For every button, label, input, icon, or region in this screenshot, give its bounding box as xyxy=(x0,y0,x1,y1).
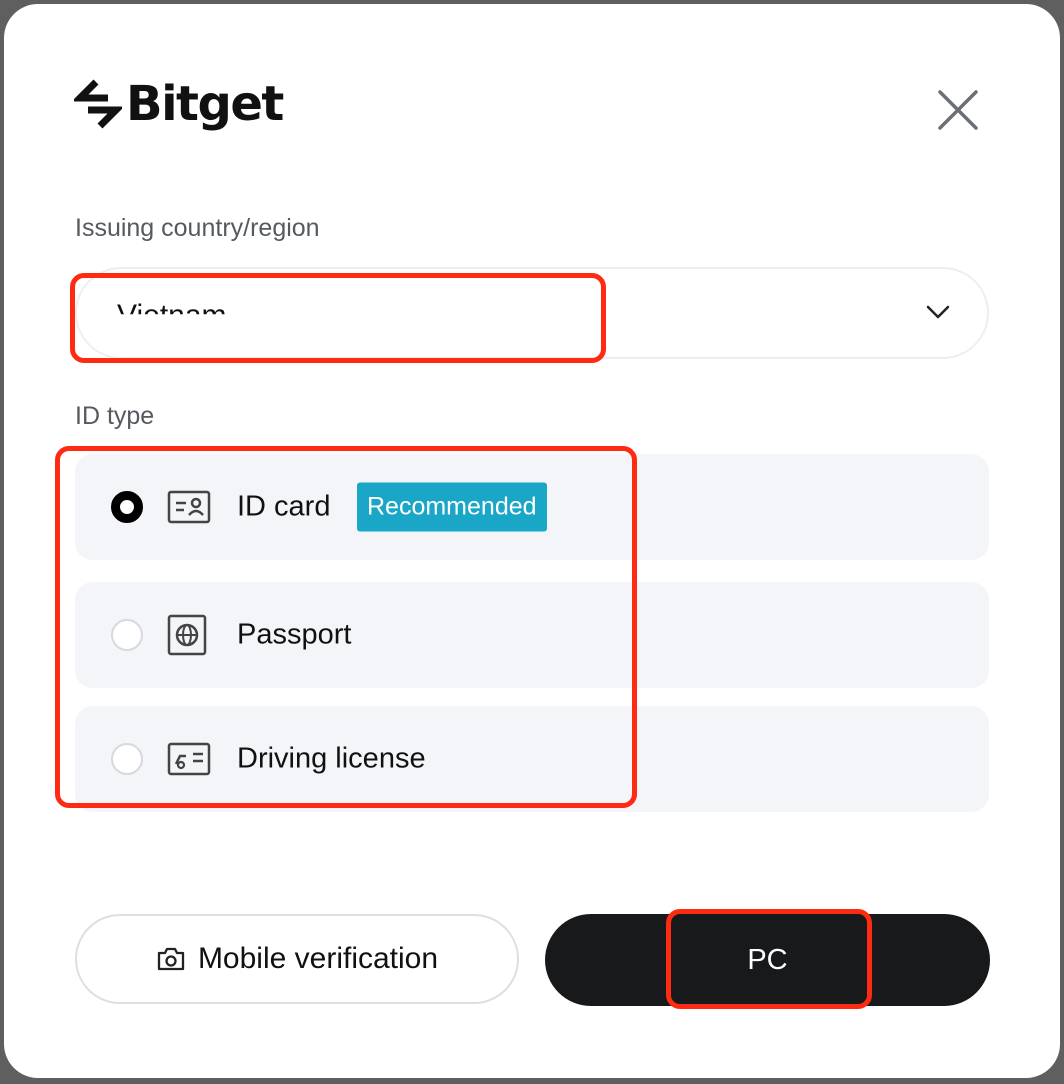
country-select[interactable]: Vietnam xyxy=(75,267,989,359)
passport-label: Passport xyxy=(237,618,352,651)
close-icon xyxy=(938,90,978,130)
country-value: Vietnam xyxy=(117,299,227,332)
id-type-option-passport[interactable]: Passport xyxy=(75,582,989,688)
id-card-label: ID card xyxy=(237,490,331,523)
id-type-option-id-card[interactable]: ID card Recommended xyxy=(75,454,989,560)
radio-unselected[interactable] xyxy=(111,743,143,775)
verification-modal: Bitget Issuing country/region Vietnam ID… xyxy=(4,4,1060,1078)
brand-name: Bitget xyxy=(126,76,284,132)
close-button[interactable] xyxy=(934,86,982,134)
country-label: Issuing country/region xyxy=(75,214,320,242)
mobile-verification-button[interactable]: Mobile verification xyxy=(75,914,519,1004)
passport-icon xyxy=(167,614,207,656)
camera-icon xyxy=(157,947,185,971)
driving-license-icon xyxy=(167,742,211,776)
radio-selected[interactable] xyxy=(111,491,143,523)
recommended-badge: Recommended xyxy=(357,482,547,532)
id-card-icon xyxy=(167,490,211,524)
driving-license-label: Driving license xyxy=(237,742,426,775)
mobile-verification-label: Mobile verification xyxy=(197,942,439,975)
bitget-logo: Bitget xyxy=(74,76,284,132)
id-type-option-driving-license[interactable]: Driving license xyxy=(75,706,989,812)
bitget-logo-icon xyxy=(74,79,122,129)
pc-button[interactable]: PC xyxy=(545,914,990,1006)
chevron-down-icon xyxy=(926,305,950,319)
id-type-label: ID type xyxy=(75,402,155,430)
pc-label: PC xyxy=(747,943,788,976)
radio-unselected[interactable] xyxy=(111,619,143,651)
